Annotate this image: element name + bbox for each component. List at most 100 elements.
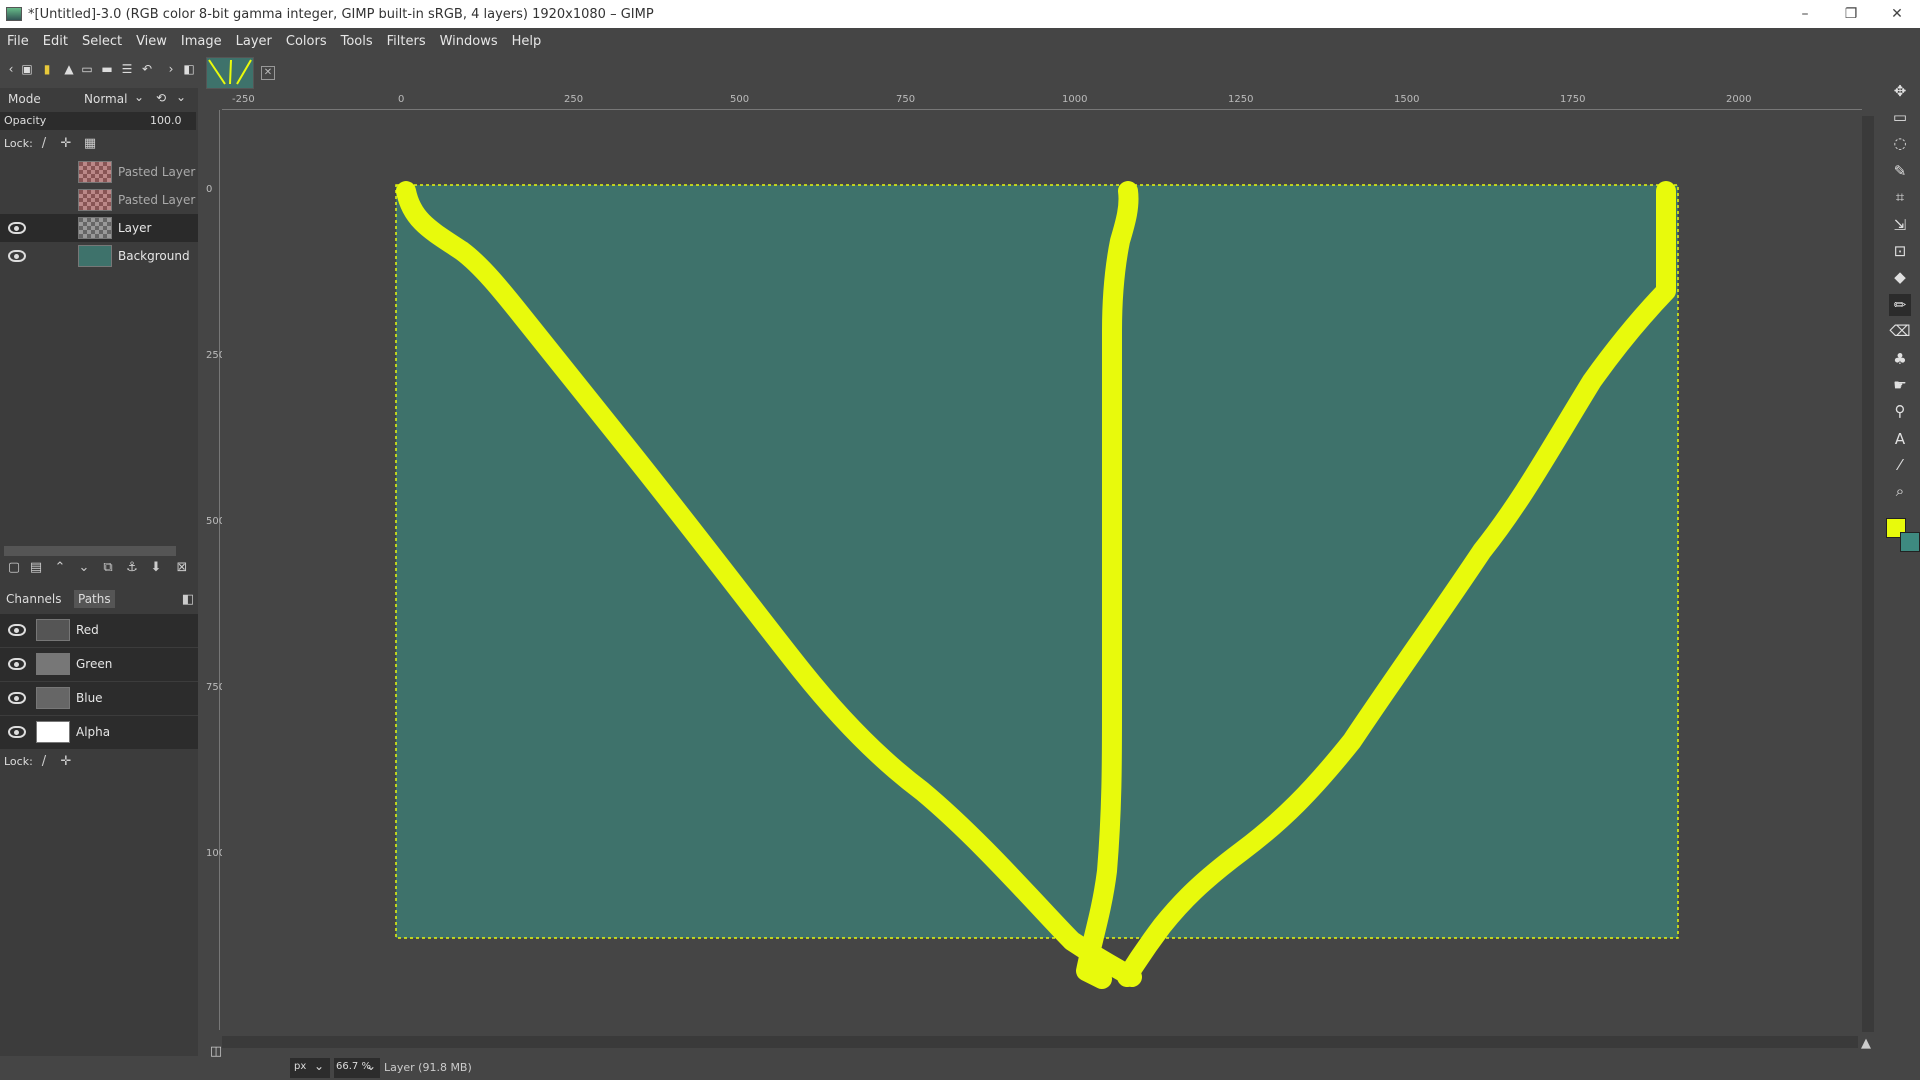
zoom-follow-icon[interactable]: ▲ (1858, 1036, 1874, 1052)
opacity-value: 100.0 (150, 114, 182, 127)
channels-tab-bar: Channels Paths ◧ (0, 590, 198, 610)
paths-tool-icon[interactable]: ⚲ (1889, 400, 1911, 422)
bucket-fill-tool-icon[interactable]: ◆ (1889, 266, 1911, 288)
navigate-corner-icon[interactable]: ◫ (208, 1044, 224, 1060)
mode-select[interactable]: Normal (84, 92, 127, 106)
lock-pixels-icon[interactable]: / (36, 136, 52, 152)
vertical-scrollbar[interactable] (1862, 116, 1874, 1032)
delete-layer-icon[interactable]: ⊠ (174, 560, 190, 576)
zoom-select[interactable]: 66.7 % ⌄ (334, 1058, 380, 1078)
dock-menu-icon[interactable]: ◧ (180, 592, 196, 608)
menu-colors[interactable]: Colors (279, 34, 334, 49)
brush-tab-icon[interactable]: ▮ (40, 62, 54, 76)
chevron-down-icon: ⌄ (366, 1059, 377, 1073)
menu-windows[interactable]: Windows (433, 34, 505, 49)
visibility-eye-icon[interactable] (8, 222, 26, 234)
minimize-button[interactable]: – (1782, 0, 1828, 28)
visibility-eye-icon[interactable] (8, 624, 26, 636)
maximize-button[interactable]: ❐ (1828, 0, 1874, 28)
crop-tool-icon[interactable]: ⌗ (1889, 186, 1911, 208)
text-tool-icon[interactable]: A (1889, 428, 1911, 450)
opacity-slider[interactable]: Opacity 100.0 (0, 112, 196, 130)
smudge-tool-icon[interactable]: ☛ (1889, 374, 1911, 396)
layer-row[interactable]: Layer (0, 214, 198, 242)
visibility-eye-icon[interactable] (8, 726, 26, 738)
layers-scrollbar[interactable] (4, 546, 176, 556)
mode-row: Mode Normal ⌄ ⟲ ⌄ (0, 88, 198, 110)
image-canvas[interactable] (222, 111, 1862, 1031)
reset-mode-icon[interactable]: ⟲ (156, 91, 166, 105)
clone-tool-icon[interactable]: ♣ (1889, 348, 1911, 370)
lock-pixels-icon[interactable]: / (36, 754, 52, 770)
channel-row[interactable]: Alpha (0, 716, 198, 749)
menu-file[interactable]: File (0, 34, 36, 49)
vertical-ruler[interactable]: 0 250 500 750 1000 (204, 110, 231, 1030)
chevron-right-icon[interactable]: › (164, 62, 178, 76)
lock-position-icon[interactable]: ✛ (58, 754, 74, 770)
warp-tool-icon[interactable]: ⊡ (1889, 240, 1911, 262)
lock-alpha-icon[interactable]: ▦ (82, 136, 98, 152)
chevron-down-icon[interactable]: ⌄ (134, 90, 144, 104)
menu-edit[interactable]: Edit (36, 34, 75, 49)
menu-tools[interactable]: Tools (334, 34, 380, 49)
horizontal-ruler[interactable]: -250 0 250 500 750 1000 1250 1500 1750 2… (222, 94, 1862, 110)
menu-filters[interactable]: Filters (380, 34, 433, 49)
opacity-label: Opacity (4, 114, 47, 127)
layer-row[interactable]: Pasted Layer (0, 186, 198, 214)
gradient-tab-icon[interactable]: ▬ (100, 62, 114, 76)
tool-options-tab-icon[interactable]: ▣ (20, 62, 34, 76)
unit-select[interactable]: px ⌄ (290, 1058, 330, 1078)
channel-name: Red (76, 623, 99, 637)
paintbrush-tool-icon[interactable]: ✏ (1889, 294, 1911, 316)
pattern-tab-icon[interactable]: ▭ (80, 62, 94, 76)
rect-select-tool-icon[interactable]: ▭ (1889, 106, 1911, 128)
pointer-icon: ▲ (64, 62, 74, 76)
color-picker-tool-icon[interactable]: ⁄ (1889, 454, 1911, 476)
chevron-left-icon[interactable]: ‹ (4, 62, 18, 76)
channel-name: Alpha (76, 725, 111, 739)
menu-view[interactable]: View (129, 34, 174, 49)
fuzzy-select-tool-icon[interactable]: ✎ (1889, 160, 1911, 182)
channel-row[interactable]: Blue (0, 682, 198, 715)
menu-select[interactable]: Select (75, 34, 129, 49)
menu-layer[interactable]: Layer (229, 34, 279, 49)
chevron-down-icon: ⌄ (314, 1059, 325, 1073)
chevron-down-icon[interactable]: ⌄ (176, 90, 186, 104)
tab-channels[interactable]: Channels (2, 590, 66, 608)
menu-help[interactable]: Help (505, 34, 549, 49)
fonts-tab-icon[interactable]: ☰ (120, 62, 134, 76)
lower-layer-icon[interactable]: ⌄ (76, 560, 92, 576)
transform-tool-icon[interactable]: ⇲ (1889, 214, 1911, 236)
layer-row[interactable]: Pasted Layer (0, 158, 198, 186)
channel-row[interactable]: Green (0, 648, 198, 681)
visibility-eye-icon[interactable] (8, 658, 26, 670)
duplicate-layer-icon[interactable]: ⧉ (100, 560, 116, 576)
visibility-eye-icon[interactable] (8, 250, 26, 262)
visibility-eye-icon[interactable] (8, 692, 26, 704)
dock-menu-icon[interactable]: ◧ (182, 62, 196, 76)
channel-row[interactable]: Red (0, 614, 198, 647)
tab-paths[interactable]: Paths (74, 590, 115, 608)
close-button[interactable]: ✕ (1874, 0, 1920, 28)
anchor-layer-icon[interactable]: ⚓ (124, 560, 140, 576)
title-bar: *[Untitled]-3.0 (RGB color 8-bit gamma i… (0, 0, 1920, 28)
background-color-swatch[interactable] (1900, 532, 1920, 552)
merge-layer-icon[interactable]: ⬇ (148, 560, 164, 576)
lasso-tool-icon[interactable]: ◌ (1889, 132, 1911, 154)
eraser-tool-icon[interactable]: ⌫ (1889, 320, 1911, 342)
channel-name: Blue (76, 691, 103, 705)
zoom-tool-icon[interactable]: ⌕ (1889, 480, 1911, 502)
ruler-label: 250 (564, 94, 584, 105)
new-layer-icon[interactable]: ▤ (28, 560, 44, 576)
raise-layer-icon[interactable]: ⌃ (52, 560, 68, 576)
undo-history-tab-icon[interactable]: ↶ (140, 62, 154, 76)
horizontal-scrollbar[interactable] (222, 1036, 1858, 1048)
move-tool-icon[interactable]: ✥ (1889, 80, 1911, 102)
layer-row[interactable]: Background (0, 242, 198, 270)
image-tab-thumbnail[interactable] (206, 57, 254, 89)
layer-name: Pasted Layer (118, 165, 196, 179)
close-image-tab-icon[interactable]: ✕ (261, 66, 275, 80)
menu-image[interactable]: Image (174, 34, 229, 49)
lock-position-icon[interactable]: ✛ (58, 136, 74, 152)
new-layer-group-icon[interactable]: ▢ (6, 560, 22, 576)
